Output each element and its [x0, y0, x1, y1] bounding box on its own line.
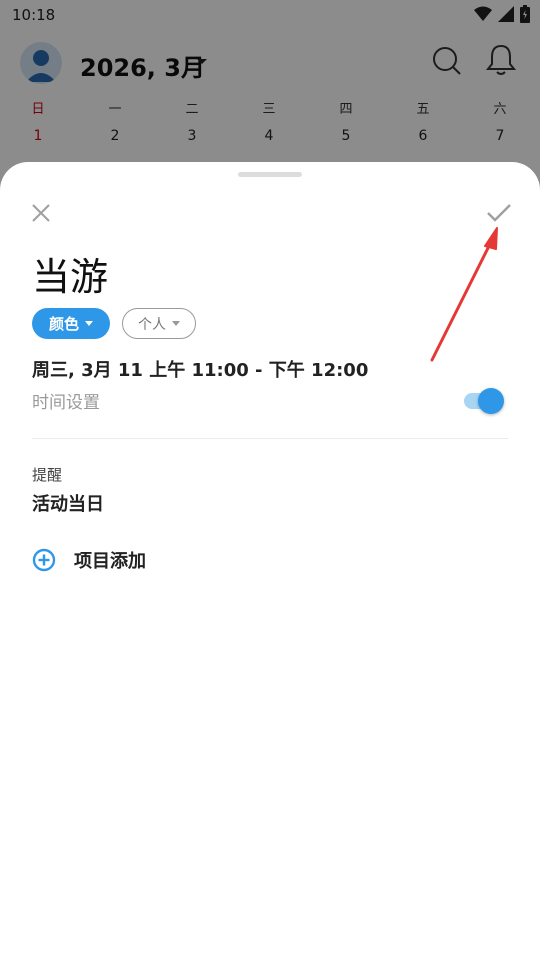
plus-circle-icon	[32, 548, 56, 572]
caret-down-icon	[85, 321, 93, 326]
toggle-knob	[478, 388, 504, 414]
event-title[interactable]: 当游	[32, 246, 108, 301]
event-date-time[interactable]: 周三, 3月 11 上午 11:00 - 下午 12:00	[32, 356, 368, 382]
reminder-value[interactable]: 活动当日	[32, 490, 104, 516]
color-chip-button[interactable]: 颜色	[32, 308, 110, 339]
event-edit-sheet: 当游 颜色 个人 周三, 3月 11 上午 11:00 - 下午 12:00 时…	[0, 162, 540, 960]
color-chip-label: 颜色	[48, 315, 79, 333]
drag-handle[interactable]	[238, 172, 302, 177]
add-item-button[interactable]: 项目添加	[32, 546, 146, 574]
calendar-chip-label: 个人	[138, 316, 166, 333]
time-setting-toggle[interactable]	[462, 386, 508, 414]
add-item-label: 项目添加	[74, 551, 146, 572]
time-setting-label: 时间设置	[32, 393, 100, 413]
reminder-label: 提醒	[32, 466, 63, 484]
divider	[32, 438, 508, 439]
app-root: 10:18 2026, 3月 日 一 二 三 四 五 六 1 2 3 4 5 6…	[0, 0, 540, 960]
caret-down-icon	[172, 321, 180, 326]
check-icon[interactable]	[484, 200, 514, 226]
calendar-chip-button[interactable]: 个人	[122, 308, 196, 339]
close-icon[interactable]	[28, 200, 54, 226]
